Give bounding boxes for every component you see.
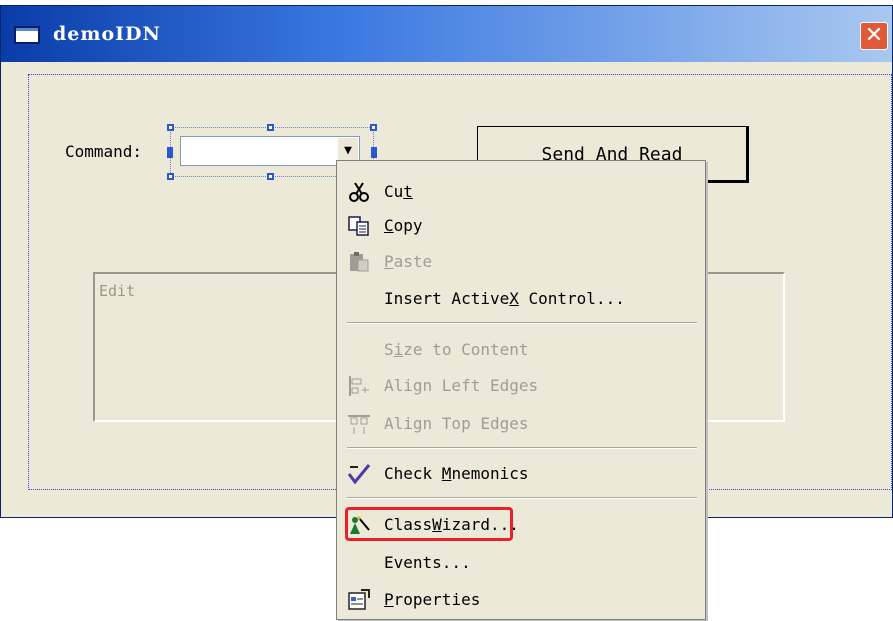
classwizard-highlight [345,507,513,541]
menu-item-label: Cut [384,182,413,201]
menu-item-copy[interactable]: Copy [337,207,705,243]
scissors-icon [349,182,369,202]
menu-item-label: Insert ActiveX Control... [384,289,625,308]
menu-item-paste[interactable]: Paste [337,243,705,279]
menu-item-label: Events... [384,553,471,572]
window-icon [14,26,40,44]
edit-label: Edit [99,282,136,300]
menu-item-label: Paste [384,252,433,271]
menu-item-label: Check Mnemonics [384,464,529,483]
resize-handle[interactable] [370,124,377,131]
menu-item-label: Align Top Edges [384,414,529,433]
resize-handle[interactable] [167,124,174,131]
resize-handle[interactable] [167,173,174,180]
context-menu: Cut Copy Paste Insert ActiveX Control...… [336,160,706,620]
resize-handle[interactable] [371,147,377,158]
menu-item-label: Properties [384,590,481,609]
menu-item-insert-activex-control[interactable]: Insert ActiveX Control... [337,280,705,316]
checkmark-icon [347,464,371,485]
menu-item-size-to-content[interactable]: Size to Content [337,331,705,367]
align-left-icon [349,376,369,396]
menu-separator [347,497,697,499]
resize-handle[interactable] [167,147,173,158]
resize-handle[interactable] [267,173,274,180]
menu-separator [347,447,697,449]
close-button[interactable]: ✕ [860,22,888,50]
resize-handle[interactable] [267,124,274,131]
paste-icon [350,252,369,272]
menu-item-align-left-edges[interactable]: Align Left Edges [337,367,705,403]
align-top-icon [348,415,370,434]
command-label: Command: [65,142,143,161]
menu-item-properties[interactable]: Properties [337,581,705,617]
title-bar[interactable]: demoIDN ✕ [1,6,892,62]
menu-item-label: Size to Content [384,340,529,359]
menu-separator [347,322,697,324]
command-combobox[interactable]: ▼ [180,136,360,166]
properties-icon [348,589,370,610]
menu-item-check-mnemonics[interactable]: Check Mnemonics [337,455,705,491]
copy-icon [348,216,369,236]
menu-item-label: Copy [384,216,423,235]
window-title: demoIDN [53,23,161,45]
menu-item-cut[interactable]: Cut [337,173,705,209]
menu-item-events[interactable]: Events... [337,544,705,580]
menu-item-label: Align Left Edges [384,376,539,395]
menu-item-align-top-edges[interactable]: Align Top Edges [337,405,705,441]
